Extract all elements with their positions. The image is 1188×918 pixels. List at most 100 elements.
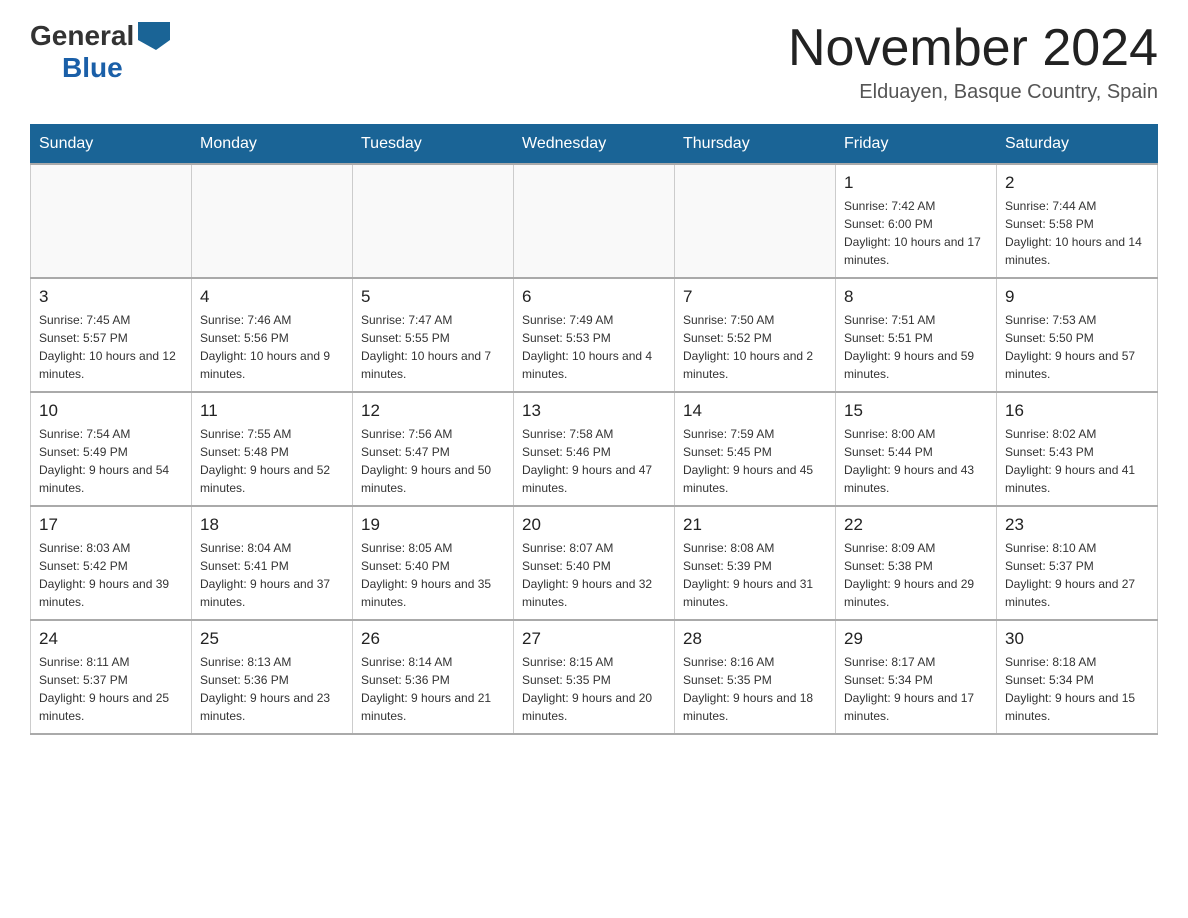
day-number: 30 — [1005, 629, 1149, 649]
day-info: Sunrise: 7:56 AM Sunset: 5:47 PM Dayligh… — [361, 425, 505, 497]
day-info: Sunrise: 8:16 AM Sunset: 5:35 PM Dayligh… — [683, 653, 827, 725]
day-info: Sunrise: 8:08 AM Sunset: 5:39 PM Dayligh… — [683, 539, 827, 611]
day-number: 24 — [39, 629, 183, 649]
calendar-day-cell: 18Sunrise: 8:04 AM Sunset: 5:41 PM Dayli… — [192, 506, 353, 620]
calendar-day-cell: 11 Sunrise: 7:55 AM Sunset: 5:48 PM Dayli… — [192, 392, 353, 506]
calendar-day-cell: 8 Sunrise: 7:51 AM Sunset: 5:51 PM Daylig… — [836, 278, 997, 392]
day-number: 5 — [361, 287, 505, 307]
day-info: Sunrise: 7:45 AM Sunset: 5:57 PM Dayligh… — [39, 311, 183, 383]
calendar-day-cell: 3 Sunrise: 7:45 AM Sunset: 5:57 PM Daylig… — [31, 278, 192, 392]
day-info: Sunrise: 8:14 AM Sunset: 5:36 PM Dayligh… — [361, 653, 505, 725]
calendar-week-row: 17 Sunrise: 8:03 AM Sunset: 5:42 PM Dayli… — [31, 506, 1158, 620]
day-number: 7 — [683, 287, 827, 307]
day-info: Sunrise: 7:54 AM Sunset: 5:49 PM Dayligh… — [39, 425, 183, 497]
calendar-week-row: 3 Sunrise: 7:45 AM Sunset: 5:57 PM Daylig… — [31, 278, 1158, 392]
calendar-day-cell: 14 Sunrise: 7:59 AM Sunset: 5:45 PM Dayli… — [675, 392, 836, 506]
day-info: Sunrise: 8:00 AM Sunset: 5:44 PM Dayligh… — [844, 425, 988, 497]
weekday-header-tuesday: Tuesday — [353, 125, 514, 165]
calendar-day-cell — [192, 164, 353, 278]
day-number: 3 — [39, 287, 183, 307]
day-info: Sunrise: 7:46 AM Sunset: 5:56 PM Dayligh… — [200, 311, 344, 383]
calendar-day-cell: 17 Sunrise: 8:03 AM Sunset: 5:42 PM Dayli… — [31, 506, 192, 620]
day-number: 19 — [361, 515, 505, 535]
calendar-day-cell — [353, 164, 514, 278]
day-number: 21 — [683, 515, 827, 535]
day-info: Sunrise: 8:02 AM Sunset: 5:43 PM Dayligh… — [1005, 425, 1149, 497]
day-info: Sunrise: 7:55 AM Sunset: 5:48 PM Dayligh… — [200, 425, 344, 497]
day-number: 1 — [844, 173, 988, 193]
day-number: 6 — [522, 287, 666, 307]
calendar-day-cell: 20 Sunrise: 8:07 AM Sunset: 5:40 PM Dayli… — [514, 506, 675, 620]
calendar-day-cell: 16 Sunrise: 8:02 AM Sunset: 5:43 PM Dayli… — [997, 392, 1158, 506]
day-info: Sunrise: 7:51 AM Sunset: 5:51 PM Dayligh… — [844, 311, 988, 383]
calendar-day-cell — [31, 164, 192, 278]
day-number: 9 — [1005, 287, 1149, 307]
day-info: Sunrise: 7:58 AM Sunset: 5:46 PM Dayligh… — [522, 425, 666, 497]
day-info: Sunrise: 7:42 AM Sunset: 6:00 PM Dayligh… — [844, 197, 988, 269]
day-number: 27 — [522, 629, 666, 649]
day-info: Sunrise: 7:44 AM Sunset: 5:58 PM Dayligh… — [1005, 197, 1149, 269]
calendar-day-cell: 27Sunrise: 8:15 AM Sunset: 5:35 PM Dayli… — [514, 620, 675, 734]
day-number: 22 — [844, 515, 988, 535]
day-number: 20 — [522, 515, 666, 535]
day-number: 28 — [683, 629, 827, 649]
location-subtitle: Elduayen, Basque Country, Spain — [788, 81, 1158, 104]
weekday-header-wednesday: Wednesday — [514, 125, 675, 165]
day-info: Sunrise: 8:09 AM Sunset: 5:38 PM Dayligh… — [844, 539, 988, 611]
calendar-day-cell — [514, 164, 675, 278]
day-number: 10 — [39, 401, 183, 421]
calendar-day-cell: 2 Sunrise: 7:44 AM Sunset: 5:58 PM Daylig… — [997, 164, 1158, 278]
calendar-day-cell: 24 Sunrise: 8:11 AM Sunset: 5:37 PM Dayli… — [31, 620, 192, 734]
day-info: Sunrise: 8:18 AM Sunset: 5:34 PM Dayligh… — [1005, 653, 1149, 725]
day-info: Sunrise: 8:05 AM Sunset: 5:40 PM Dayligh… — [361, 539, 505, 611]
day-info: Sunrise: 7:59 AM Sunset: 5:45 PM Dayligh… — [683, 425, 827, 497]
day-info: Sunrise: 7:47 AM Sunset: 5:55 PM Dayligh… — [361, 311, 505, 383]
calendar-day-cell: 25Sunrise: 8:13 AM Sunset: 5:36 PM Dayli… — [192, 620, 353, 734]
calendar-day-cell: 22 Sunrise: 8:09 AM Sunset: 5:38 PM Dayli… — [836, 506, 997, 620]
weekday-header-saturday: Saturday — [997, 125, 1158, 165]
day-number: 15 — [844, 401, 988, 421]
weekday-header-thursday: Thursday — [675, 125, 836, 165]
calendar-day-cell: 15 Sunrise: 8:00 AM Sunset: 5:44 PM Dayli… — [836, 392, 997, 506]
day-number: 4 — [200, 287, 344, 307]
day-number: 26 — [361, 629, 505, 649]
day-number: 11 — [200, 401, 344, 421]
weekday-header-friday: Friday — [836, 125, 997, 165]
day-number: 29 — [844, 629, 988, 649]
day-info: Sunrise: 8:04 AM Sunset: 5:41 PM Dayligh… — [200, 539, 344, 611]
day-number: 8 — [844, 287, 988, 307]
day-number: 12 — [361, 401, 505, 421]
day-number: 14 — [683, 401, 827, 421]
day-number: 23 — [1005, 515, 1149, 535]
logo-general-text: General — [30, 20, 134, 52]
calendar-day-cell: 9 Sunrise: 7:53 AM Sunset: 5:50 PM Daylig… — [997, 278, 1158, 392]
calendar-day-cell: 19 Sunrise: 8:05 AM Sunset: 5:40 PM Dayli… — [353, 506, 514, 620]
day-info: Sunrise: 7:53 AM Sunset: 5:50 PM Dayligh… — [1005, 311, 1149, 383]
calendar-day-cell: 5 Sunrise: 7:47 AM Sunset: 5:55 PM Daylig… — [353, 278, 514, 392]
day-number: 25 — [200, 629, 344, 649]
day-number: 16 — [1005, 401, 1149, 421]
day-info: Sunrise: 8:10 AM Sunset: 5:37 PM Dayligh… — [1005, 539, 1149, 611]
logo-flag-icon — [138, 22, 170, 50]
calendar-day-cell: 7Sunrise: 7:50 AM Sunset: 5:52 PM Daylig… — [675, 278, 836, 392]
day-info: Sunrise: 8:17 AM Sunset: 5:34 PM Dayligh… — [844, 653, 988, 725]
day-info: Sunrise: 8:03 AM Sunset: 5:42 PM Dayligh… — [39, 539, 183, 611]
day-number: 2 — [1005, 173, 1149, 193]
calendar-day-cell: 4 Sunrise: 7:46 AM Sunset: 5:56 PM Daylig… — [192, 278, 353, 392]
logo: General Blue — [30, 20, 170, 84]
calendar-week-row: 10 Sunrise: 7:54 AM Sunset: 5:49 PM Dayli… — [31, 392, 1158, 506]
calendar-day-cell: 30 Sunrise: 8:18 AM Sunset: 5:34 PM Dayli… — [997, 620, 1158, 734]
calendar-table: SundayMondayTuesdayWednesdayThursdayFrid… — [30, 124, 1158, 735]
day-info: Sunrise: 8:11 AM Sunset: 5:37 PM Dayligh… — [39, 653, 183, 725]
calendar-header-row: SundayMondayTuesdayWednesdayThursdayFrid… — [31, 125, 1158, 165]
calendar-day-cell: 12 Sunrise: 7:56 AM Sunset: 5:47 PM Dayli… — [353, 392, 514, 506]
month-title: November 2024 — [788, 20, 1158, 77]
calendar-day-cell: 29 Sunrise: 8:17 AM Sunset: 5:34 PM Dayli… — [836, 620, 997, 734]
calendar-week-row: 1 Sunrise: 7:42 AM Sunset: 6:00 PM Daylig… — [31, 164, 1158, 278]
day-number: 17 — [39, 515, 183, 535]
title-block: November 2024 Elduayen, Basque Country, … — [788, 20, 1158, 104]
calendar-day-cell: 26 Sunrise: 8:14 AM Sunset: 5:36 PM Dayli… — [353, 620, 514, 734]
calendar-week-row: 24 Sunrise: 8:11 AM Sunset: 5:37 PM Dayli… — [31, 620, 1158, 734]
day-info: Sunrise: 8:07 AM Sunset: 5:40 PM Dayligh… — [522, 539, 666, 611]
day-number: 13 — [522, 401, 666, 421]
